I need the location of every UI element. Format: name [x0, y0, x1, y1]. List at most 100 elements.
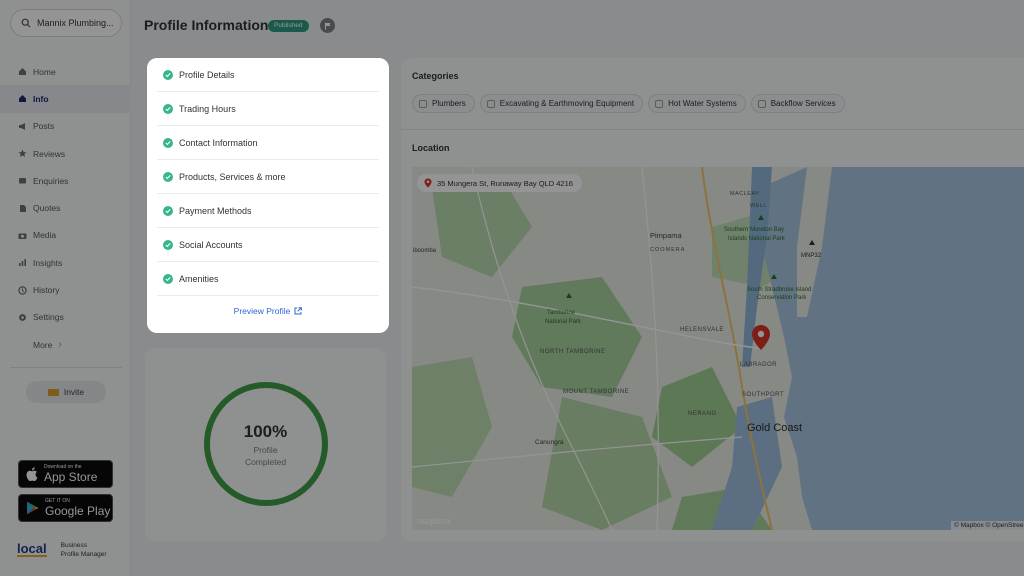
- check-circle-icon: [163, 205, 173, 216]
- map-label: Conservation Park: [757, 295, 807, 301]
- map-label: WELL: [750, 203, 767, 209]
- sidebar-item-label: Quotes: [33, 203, 61, 214]
- sidebar-item-media[interactable]: Media: [0, 222, 131, 249]
- sidebar-item-reviews[interactable]: Reviews: [0, 140, 131, 167]
- camera-icon: [18, 231, 27, 240]
- sidebar-item-history[interactable]: History: [0, 276, 131, 303]
- map-label: Tamborine: [547, 310, 576, 316]
- megaphone-icon: [18, 122, 27, 131]
- map-label: Islands National Park: [728, 236, 786, 242]
- profile-main-card: Categories Plumbers Excavating & Earthmo…: [401, 58, 1024, 541]
- sidebar-item-label: Posts: [33, 121, 55, 132]
- profile-checklist-popup: Profile Details Trading Hours Contact In…: [147, 58, 389, 333]
- category-chip[interactable]: Hot Water Systems: [648, 94, 746, 113]
- sidebar-item-posts[interactable]: Posts: [0, 113, 131, 140]
- sidebar-item-settings[interactable]: Settings: [0, 304, 131, 331]
- bar-chart-icon: [18, 258, 27, 267]
- preview-profile-link[interactable]: Preview Profile: [147, 306, 389, 316]
- checklist-item-label: Payment Methods: [179, 205, 252, 216]
- address-pill: 35 Mungera St, Runaway Bay QLD 4216: [417, 174, 582, 192]
- map-label: HELENSVALE: [680, 327, 724, 333]
- category-chip[interactable]: Backflow Services: [750, 94, 845, 113]
- envelope-icon: [47, 388, 59, 396]
- progress-label-line-2: Completed: [244, 457, 287, 467]
- checklist-item-label: Contact Information: [179, 137, 258, 148]
- checklist-item-label: Amenities: [179, 273, 219, 284]
- clock-icon: [18, 285, 27, 295]
- brand-footer: local Business Profile Manager: [17, 541, 107, 559]
- category-chip[interactable]: Excavating & Earthmoving Equipment: [479, 94, 644, 113]
- categories-title: Categories: [412, 71, 459, 81]
- status-badge: Published: [268, 20, 309, 32]
- sidebar-item-insights[interactable]: Insights: [0, 249, 131, 276]
- location-map[interactable]: Pimpama COOMERA Southern Moreton Bay Isl…: [412, 167, 1024, 530]
- checklist-item[interactable]: Payment Methods: [157, 194, 379, 228]
- sidebar-item-label: Home: [33, 66, 56, 77]
- category-icon: [655, 99, 664, 108]
- checklist-item-label: Profile Details: [179, 69, 235, 80]
- business-selector[interactable]: Mannix Plumbing...: [10, 9, 122, 37]
- sidebar: Mannix Plumbing... Home Info Posts Revie…: [0, 0, 131, 576]
- checklist-item[interactable]: Products, Services & more: [157, 160, 379, 194]
- map-pin-icon: [424, 178, 432, 188]
- category-label: Backflow Services: [770, 99, 836, 108]
- checklist-item[interactable]: Social Accounts: [157, 228, 379, 262]
- check-circle-icon: [163, 171, 173, 182]
- address-text: 35 Mungera St, Runaway Bay QLD 4216: [437, 178, 573, 188]
- map-attribution[interactable]: © Mapbox © OpenStreetMap: [950, 521, 1024, 530]
- search-icon: [21, 18, 31, 28]
- map-label: NERANG: [688, 411, 717, 417]
- checklist-item[interactable]: Profile Details: [157, 58, 379, 92]
- map-label: South Stradbroke Island: [747, 287, 811, 293]
- sidebar-item-home[interactable]: Home: [0, 58, 131, 85]
- external-link-icon: [294, 307, 303, 315]
- check-circle-icon: [163, 239, 173, 250]
- app-store-badge[interactable]: Download on the App Store: [18, 460, 113, 488]
- sidebar-item-label: Enquiries: [33, 175, 69, 186]
- progress-percent: 100%: [243, 422, 288, 441]
- checklist-item[interactable]: Trading Hours: [157, 92, 379, 126]
- google-play-icon: [27, 501, 39, 515]
- category-icon: [419, 99, 427, 108]
- checklist-item-label: Products, Services & more: [179, 171, 286, 182]
- category-chip[interactable]: Plumbers: [412, 94, 475, 113]
- checklist-item[interactable]: Contact Information: [157, 126, 379, 160]
- page-title: Profile Information: [144, 17, 269, 33]
- sidebar-item-label: History: [33, 285, 60, 296]
- map-label: Pimpama: [650, 231, 683, 240]
- category-chips: Plumbers Excavating & Earthmoving Equipm…: [412, 94, 850, 113]
- business-name: Mannix Plumbing...: [37, 18, 114, 28]
- category-label: Excavating & Earthmoving Equipment: [499, 99, 635, 108]
- sidebar-item-enquiries[interactable]: Enquiries: [0, 167, 131, 194]
- map-label: SOUTHPORT: [742, 392, 784, 398]
- map-label: COOMERA: [650, 247, 685, 253]
- map-label: NORTH TAMBORINE: [540, 349, 606, 355]
- check-circle-icon: [163, 103, 173, 114]
- category-label: Plumbers: [432, 99, 466, 108]
- google-play-badge[interactable]: GET IT ON Google Play: [18, 494, 113, 522]
- flag-button[interactable]: [320, 18, 335, 33]
- map-label: Gold Coast: [747, 422, 802, 434]
- progress-label-line-1: Profile: [253, 445, 278, 455]
- checklist-item-label: Social Accounts: [179, 239, 243, 250]
- checklist-item[interactable]: Amenities: [157, 262, 379, 296]
- checklist-item-label: Trading Hours: [179, 103, 236, 114]
- invite-button[interactable]: Invite: [26, 381, 106, 403]
- sidebar-item-more[interactable]: More ›: [0, 331, 131, 358]
- apple-icon: [26, 467, 38, 481]
- map-label: MOUNT TAMBORINE: [563, 389, 629, 395]
- mapbox-logo[interactable]: mapbox: [417, 516, 452, 526]
- map-label: Canungra: [535, 439, 564, 446]
- info-icon: [18, 94, 27, 103]
- sidebar-item-label: Info: [33, 93, 49, 104]
- profile-progress-card: 100% Profile Completed: [145, 348, 386, 541]
- check-circle-icon: [163, 69, 173, 80]
- category-icon: [757, 99, 766, 108]
- chevron-right-icon: ›: [58, 339, 62, 351]
- home-icon: [18, 67, 27, 76]
- sidebar-item-quotes[interactable]: Quotes: [0, 194, 131, 221]
- app-store-big-text: App Store: [44, 470, 98, 484]
- sidebar-item-info[interactable]: Info: [0, 85, 131, 113]
- brand-line-1: Business: [60, 542, 87, 549]
- sidebar-item-label: Insights: [33, 257, 63, 268]
